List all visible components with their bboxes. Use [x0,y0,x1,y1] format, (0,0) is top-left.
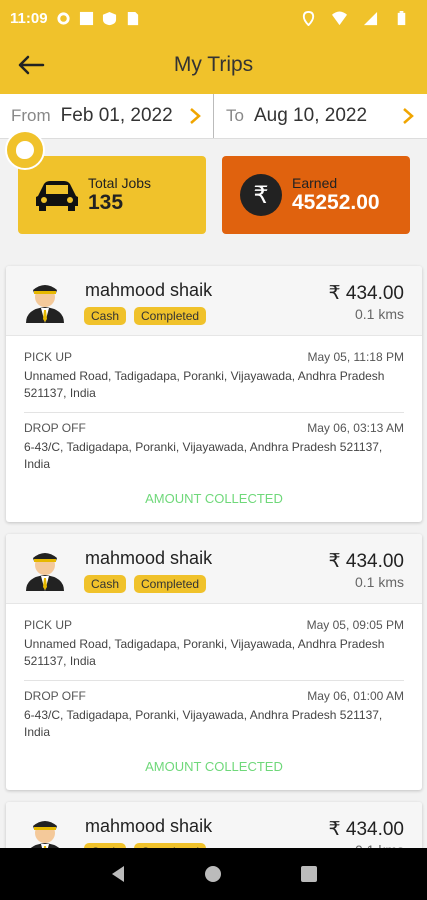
system-nav-bar [0,848,427,900]
chevron-right-icon [190,108,201,124]
signal-icon [363,11,378,25]
payment-badge: Cash [84,307,127,325]
wifi-icon [332,10,347,25]
trip-fare: ₹ 434.00 [328,819,404,840]
settings-icon [56,11,70,25]
trip-header: mahmood shaik Cash Completed ₹ 434.00 0.… [6,266,422,336]
dropoff-label: DROP OFF [24,421,86,435]
page-title: My Trips [173,53,254,76]
status-badge: Completed [134,575,207,593]
dropoff-address: 6-43/C, Tadigadapa, Poranki, Vijayawada,… [24,708,383,739]
pickup-time: May 05, 09:05 PM [306,618,404,632]
nav-back-icon[interactable] [107,863,129,885]
to-label: To [226,106,244,125]
status-time: 11:09 [10,9,48,27]
to-date: Aug 10, 2022 [253,105,368,126]
dropoff-time: May 06, 01:00 AM [307,689,404,703]
pickup-label: PICK UP [24,350,73,364]
dropoff-time: May 06, 03:13 AM [307,421,404,435]
battery-icon [397,10,406,25]
car-icon [34,172,80,218]
amount-collected-label: AMOUNT COLLECTED [145,491,283,506]
pickup-address: Unnamed Road, Tadigadapa, Poranki, Vijay… [24,369,385,400]
nav-home-icon[interactable] [202,863,224,885]
dropoff-section: DROP OFF May 06, 01:00 AM 6-43/C, Tadigad… [24,680,404,751]
trip-fare: ₹ 434.00 [328,283,404,304]
stats-row: Total Jobs 135 ₹ Earned 45252.00 [18,156,410,234]
dropoff-address: 6-43/C, Tadigadapa, Poranki, Vijayawada,… [24,440,383,471]
shield-icon [102,11,116,25]
chat-bubble-icon [16,141,34,159]
driver-avatar-icon [26,285,64,323]
pickup-section: PICK UP May 05, 11:18 PM Unnamed Road, Ta… [24,342,404,412]
pickup-time: May 05, 11:18 PM [307,350,405,364]
earned-label: Earned [292,175,338,191]
trip-distance: 0.1 kms [354,306,404,322]
driver-avatar-icon [26,553,64,591]
rider-name: mahmood shaik [85,280,213,300]
square-icon [79,11,93,25]
trip-fare: ₹ 434.00 [328,551,404,572]
back-arrow-icon[interactable] [16,50,46,80]
earned-value: 45252.00 [292,191,380,214]
trip-header: mahmood shaik Cash Completed ₹ 434.00 0.… [6,534,422,604]
nav-recents-icon[interactable] [298,863,320,885]
from-label: From [11,106,51,125]
chat-bubble-button[interactable] [5,130,45,170]
pickup-label: PICK UP [24,618,73,632]
dropoff-label: DROP OFF [24,689,86,703]
rupee-icon: ₹ [240,174,282,216]
status-bar: 11:09 [0,0,427,36]
app-bar: My Trips [0,36,427,94]
amount-collected-label: AMOUNT COLLECTED [145,759,283,774]
date-range-bar: From Feb 01, 2022 To Aug 10, 2022 [0,94,427,139]
status-badge: Completed [134,307,207,325]
total-jobs-label: Total Jobs [88,175,152,191]
rider-name: mahmood shaik [85,548,213,568]
dropoff-section: DROP OFF May 06, 03:13 AM 6-43/C, Tadigad… [24,412,404,483]
from-date: Feb 01, 2022 [60,105,173,126]
pickup-section: PICK UP May 05, 09:05 PM Unnamed Road, Ta… [24,610,404,680]
payment-badge: Cash [84,575,127,593]
location-icon [302,10,315,26]
rider-name: mahmood shaik [85,816,213,836]
trip-distance: 0.1 kms [354,574,404,590]
total-jobs-card: Total Jobs 135 [18,156,206,234]
trip-card[interactable]: mahmood shaik Cash Completed ₹ 434.00 0.… [6,534,422,790]
chevron-right-icon [403,108,414,124]
trips-list: mahmood shaik Cash Completed ₹ 434.00 0.… [6,266,422,884]
to-date-picker[interactable]: To Aug 10, 2022 [213,94,426,138]
pickup-address: Unnamed Road, Tadigadapa, Poranki, Vijay… [24,637,385,668]
total-jobs-value: 135 [88,191,124,214]
sim-icon [127,11,138,25]
trip-card[interactable]: mahmood shaik Cash Completed ₹ 434.00 0.… [6,266,422,522]
earned-card: ₹ Earned 45252.00 [222,156,410,234]
